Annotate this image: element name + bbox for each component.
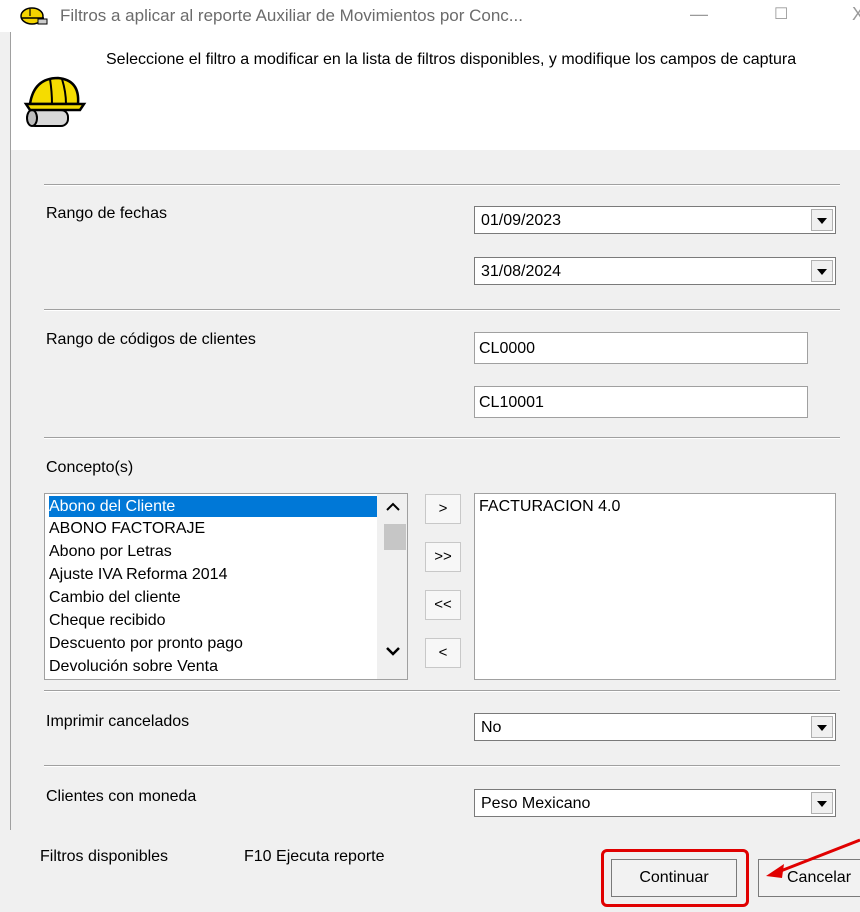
cliente-hasta-field[interactable]: CL10001 — [474, 386, 808, 418]
dropdown-arrow-icon[interactable] — [811, 209, 833, 231]
list-item[interactable]: ABONO FACTORAJE — [49, 518, 205, 539]
remove-concept-button[interactable]: < — [425, 638, 461, 668]
app-helmet-icon — [20, 7, 48, 25]
list-item[interactable]: FACTURACION 4.0 — [479, 496, 620, 517]
cancelados-value: No — [481, 719, 502, 736]
list-item[interactable]: Descuento por pronto pago — [49, 633, 243, 654]
list-scrollbar[interactable] — [377, 494, 407, 679]
maximize-button[interactable]: ☐ — [774, 4, 788, 24]
instruction-text: Seleccione el filtro a modificar en la l… — [106, 51, 797, 68]
fecha-hasta-value: 31/08/2024 — [481, 263, 562, 280]
close-button[interactable]: X — [852, 4, 860, 25]
add-all-concepts-button[interactable]: >> — [425, 542, 461, 572]
cancelados-label: Imprimir cancelados — [46, 713, 190, 730]
separator — [44, 690, 840, 692]
list-item[interactable]: Abono del Cliente — [49, 496, 379, 517]
fecha-hasta-combo[interactable]: 31/08/2024 — [474, 257, 836, 285]
conceptos-selected-list[interactable]: FACTURACION 4.0 — [474, 493, 836, 680]
f10-hint: F10 Ejecuta reporte — [244, 848, 385, 865]
clientes-label: Rango de códigos de clientes — [46, 331, 256, 348]
dropdown-arrow-icon[interactable] — [811, 260, 833, 282]
separator — [44, 437, 840, 439]
chevron-down-icon[interactable] — [386, 646, 400, 656]
fechas-label: Rango de fechas — [46, 205, 167, 222]
conceptos-available-list[interactable]: Abono del Cliente ABONO FACTORAJE Abono … — [44, 493, 408, 680]
list-item[interactable]: Cambio del cliente — [49, 587, 181, 608]
chevron-up-icon[interactable] — [386, 502, 400, 512]
separator — [44, 184, 840, 186]
list-item[interactable]: Abono por Letras — [49, 541, 172, 562]
list-item[interactable]: Devolución sobre Venta — [49, 656, 218, 677]
cliente-desde-field[interactable]: CL0000 — [474, 332, 808, 364]
annotation-arrow-icon — [766, 838, 860, 878]
dropdown-arrow-icon[interactable] — [811, 716, 833, 738]
list-item[interactable]: Ajuste IVA Reforma 2014 — [49, 564, 227, 585]
list-item[interactable]: Cheque recibido — [49, 610, 166, 631]
minimize-button[interactable]: — — [690, 4, 708, 25]
conceptos-label: Concepto(s) — [46, 459, 134, 476]
continuar-button[interactable]: Continuar — [611, 859, 737, 897]
separator — [44, 765, 840, 767]
cliente-desde-value: CL0000 — [479, 340, 536, 357]
fecha-desde-value: 01/09/2023 — [481, 212, 562, 229]
helmet-and-scroll-icon — [23, 76, 87, 127]
dropdown-arrow-icon[interactable] — [811, 792, 833, 814]
cliente-hasta-value: CL10001 — [479, 394, 544, 411]
scrollbar-thumb[interactable] — [384, 524, 406, 550]
cancelados-combo[interactable]: No — [474, 713, 836, 741]
fecha-desde-combo[interactable]: 01/09/2023 — [474, 206, 836, 234]
window-title: Filtros a aplicar al reporte Auxiliar de… — [60, 6, 523, 25]
filtros-disponibles-link[interactable]: Filtros disponibles — [40, 848, 168, 866]
add-concept-button[interactable]: > — [425, 494, 461, 524]
filter-dialog: Filtros a aplicar al reporte Auxiliar de… — [0, 0, 860, 912]
remove-all-concepts-button[interactable]: << — [425, 590, 461, 620]
moneda-combo[interactable]: Peso Mexicano — [474, 789, 836, 817]
separator — [44, 309, 840, 311]
moneda-value: Peso Mexicano — [481, 795, 591, 812]
title-bar[interactable]: Filtros a aplicar al reporte Auxiliar de… — [0, 0, 860, 32]
moneda-label: Clientes con moneda — [46, 788, 197, 805]
